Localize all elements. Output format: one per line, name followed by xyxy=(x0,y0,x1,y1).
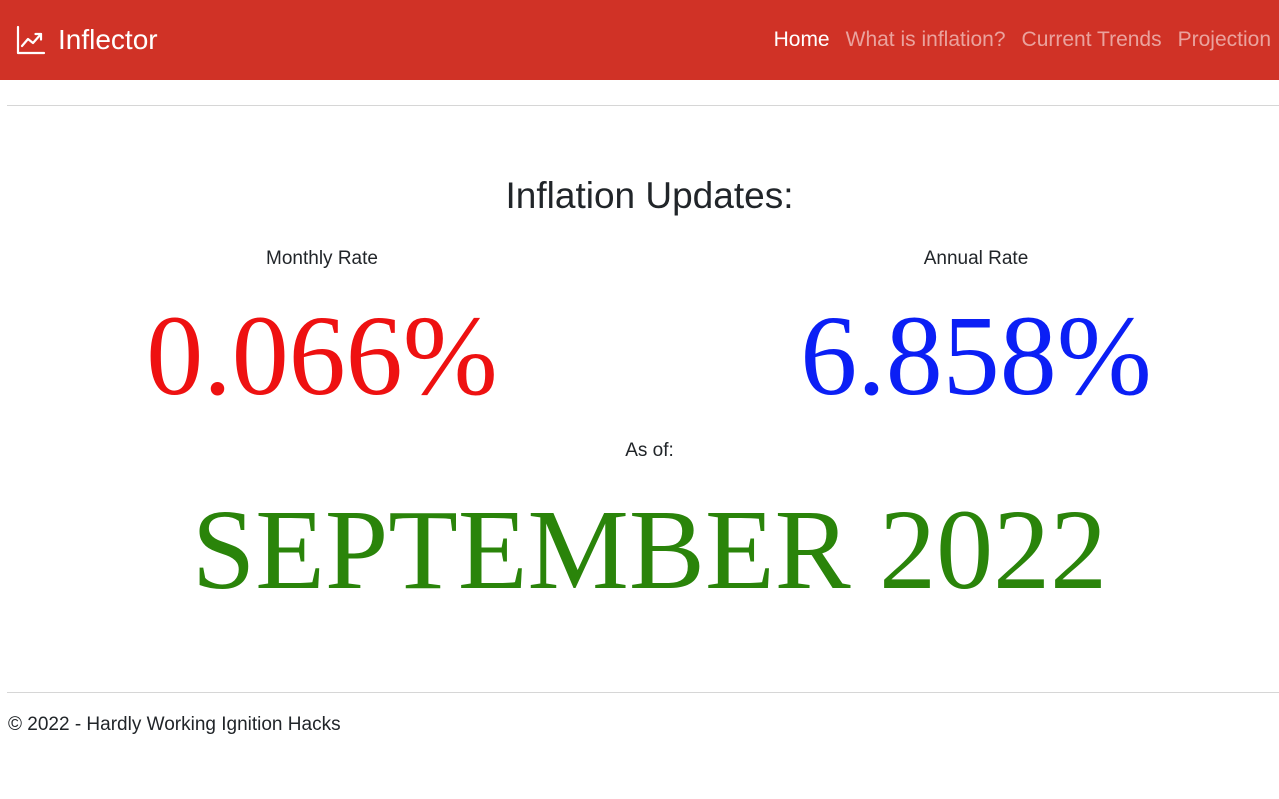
top-divider xyxy=(7,105,1279,106)
annual-rate-label: Annual Rate xyxy=(923,248,1029,269)
monthly-rate-value: 0.066% xyxy=(146,292,498,419)
as-of-label: As of: xyxy=(625,440,674,461)
brand-link[interactable]: Inflector xyxy=(16,0,158,80)
footer-copyright: © 2022 - Hardly Working Ignition Hacks xyxy=(8,714,341,735)
bottom-divider xyxy=(7,692,1279,693)
nav-what-is-inflation-link[interactable]: What is inflation? xyxy=(846,28,1006,52)
navbar: Inflector Home What is inflation? Curren… xyxy=(0,0,1279,80)
nav-current-trends-link[interactable]: Current Trends xyxy=(1022,28,1162,52)
annual-rate-value: 6.858% xyxy=(800,292,1152,419)
nav-menu: Home What is inflation? Current Trends P… xyxy=(758,0,1271,80)
nav-projection-link[interactable]: Projection xyxy=(1178,28,1271,52)
monthly-rate-label: Monthly Rate xyxy=(266,248,378,269)
brand-name: Inflector xyxy=(58,24,158,55)
as-of-date: SEPTEMBER 2022 xyxy=(191,486,1108,613)
nav-home-link[interactable]: Home xyxy=(774,28,830,52)
line-chart-icon xyxy=(16,25,46,55)
page-title: Inflation Updates: xyxy=(505,175,794,216)
